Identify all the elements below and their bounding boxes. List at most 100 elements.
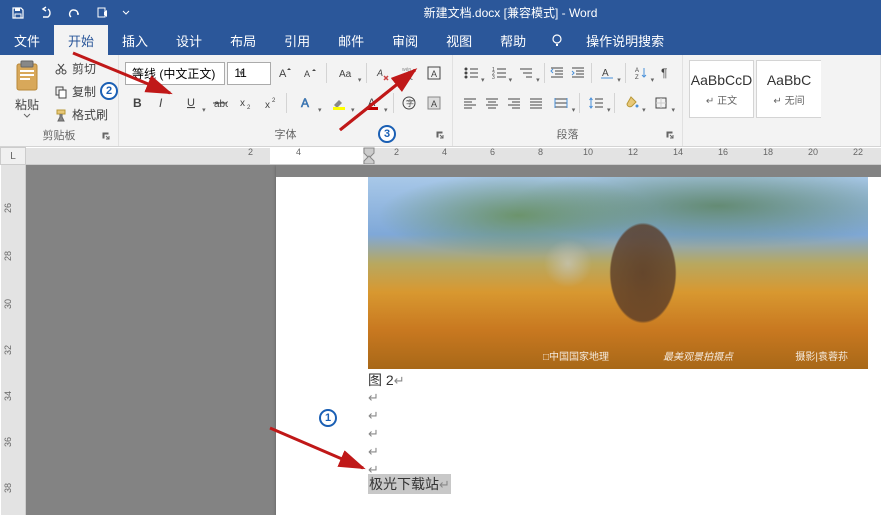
highlight-button[interactable]: ▾ — [324, 91, 355, 115]
svg-text:A: A — [431, 69, 437, 79]
enclose-characters-button[interactable]: A — [423, 91, 446, 115]
show-marks-button[interactable]: ¶ — [656, 61, 676, 85]
redo-button[interactable] — [60, 0, 88, 25]
horizontal-ruler[interactable]: 2 4 2 4 6 8 10 12 14 16 18 20 22 — [26, 147, 881, 165]
selected-text[interactable]: 极光下载站↵ — [368, 474, 451, 494]
superscript-button[interactable]: x2 — [259, 91, 282, 115]
empty-paragraph[interactable]: ↵ — [368, 443, 379, 460]
tab-insert[interactable]: 插入 — [108, 25, 162, 55]
tab-file[interactable]: 文件 — [0, 25, 54, 55]
undo-button[interactable] — [32, 0, 60, 25]
tab-layout[interactable]: 布局 — [216, 25, 270, 55]
svg-text:Aa: Aa — [339, 69, 352, 80]
font-launcher[interactable] — [434, 130, 446, 142]
asian-layout-button[interactable]: A▾ — [595, 61, 622, 85]
paragraph-launcher[interactable] — [664, 130, 676, 142]
indent-hanging-marker[interactable] — [363, 155, 375, 165]
paste-label: 粘贴 — [15, 96, 39, 113]
decrease-indent-button[interactable] — [547, 61, 567, 85]
increase-indent-button[interactable] — [568, 61, 588, 85]
tell-me-icon[interactable] — [540, 25, 570, 55]
svg-text:A: A — [304, 69, 310, 79]
tab-review[interactable]: 审阅 — [378, 25, 432, 55]
borders-button[interactable]: ▾ — [648, 91, 676, 115]
character-border-button[interactable]: A — [422, 61, 446, 85]
align-center-button[interactable] — [481, 91, 502, 115]
character-shading-button[interactable]: 字 — [397, 91, 420, 115]
title-bar: 新建文档.docx [兼容模式] - Word — [0, 0, 881, 25]
image-watermark-center: 最美观景拍摄点 — [663, 348, 733, 363]
group-clipboard: 粘贴 剪切 复制 格式刷 剪贴板 — [0, 55, 119, 146]
paste-button[interactable]: 粘贴 — [6, 58, 48, 125]
tab-view[interactable]: 视图 — [432, 25, 486, 55]
vertical-ruler[interactable]: 26 28 30 32 34 36 38 40 42 — [0, 165, 26, 515]
format-painter-button[interactable]: 格式刷 — [50, 104, 112, 125]
font-size-select[interactable]: 11▾ — [227, 62, 270, 85]
svg-text:abc: abc — [214, 99, 228, 110]
tab-home[interactable]: 开始 — [54, 25, 108, 55]
sort-button[interactable]: AZ▾ — [629, 61, 656, 85]
tell-me-search[interactable]: 操作说明搜索 — [572, 25, 678, 55]
svg-text:A: A — [431, 99, 437, 109]
increase-font-button[interactable]: A — [273, 61, 297, 85]
tab-help[interactable]: 帮助 — [486, 25, 540, 55]
paragraph-group-label: 段落 — [459, 124, 676, 144]
clipboard-group-label: 剪贴板 — [6, 125, 112, 145]
ribbon-tabs: 文件 开始 插入 设计 布局 引用 邮件 审阅 视图 帮助 操作说明搜索 — [0, 25, 881, 55]
tab-mailings[interactable]: 邮件 — [324, 25, 378, 55]
subscript-button[interactable]: x2 — [234, 91, 257, 115]
copy-label: 复制 — [72, 83, 96, 100]
svg-text:x: x — [240, 98, 245, 109]
justify-button[interactable] — [526, 91, 547, 115]
numbering-button[interactable]: 123▾ — [487, 61, 514, 85]
tab-design[interactable]: 设计 — [162, 25, 216, 55]
image-watermark-left: □中国国家地理 — [543, 348, 609, 363]
svg-text:2: 2 — [272, 98, 276, 104]
font-name-select[interactable]: 等线 (中文正文)▾ — [125, 62, 225, 85]
style-normal[interactable]: AaBbCcD ↵ 正文 — [689, 60, 754, 118]
text-effects-button[interactable]: A▾ — [291, 91, 322, 115]
save-button[interactable] — [4, 0, 32, 25]
italic-button[interactable]: I — [150, 91, 173, 115]
document-image[interactable]: □中国国家地理 最美观景拍摄点 摄影|袁蓉荪 — [368, 177, 868, 369]
svg-text:x: x — [265, 100, 270, 111]
svg-text:文: 文 — [404, 70, 413, 81]
align-right-button[interactable] — [503, 91, 524, 115]
svg-text:B: B — [133, 96, 142, 110]
change-case-button[interactable]: Aa▾ — [331, 61, 362, 85]
shading-button[interactable]: ▾ — [618, 91, 646, 115]
annotation-circle-1: 1 — [319, 409, 337, 427]
qat-customize-chevron[interactable] — [116, 0, 136, 25]
svg-text:I: I — [159, 96, 163, 110]
empty-paragraph[interactable]: ↵ — [368, 425, 379, 442]
clipboard-launcher[interactable] — [100, 131, 112, 143]
distributed-button[interactable]: ▾ — [548, 91, 576, 115]
line-spacing-button[interactable]: ▾ — [583, 91, 611, 115]
style-nospacing[interactable]: AaBbC ↵ 无间 — [756, 60, 821, 118]
font-color-button[interactable]: A▾ — [357, 91, 388, 115]
figure-caption[interactable]: 图 2↵ — [368, 370, 405, 390]
format-painter-label: 格式刷 — [72, 106, 108, 123]
phonetic-guide-button[interactable]: wén文 — [397, 61, 421, 85]
bold-button[interactable]: B — [125, 91, 148, 115]
svg-text:2: 2 — [247, 105, 251, 111]
bullets-button[interactable]: ▾ — [459, 61, 486, 85]
strikethrough-button[interactable]: abc — [209, 91, 232, 115]
svg-text:¶: ¶ — [661, 66, 667, 80]
ruler-corner[interactable]: L — [0, 147, 26, 165]
tab-references[interactable]: 引用 — [270, 25, 324, 55]
multilevel-list-button[interactable]: ▾ — [514, 61, 541, 85]
ribbon: 粘贴 剪切 复制 格式刷 剪贴板 等线 (中文正文)▾ 11▾ A A Aa▾ … — [0, 55, 881, 147]
new-doc-button[interactable] — [88, 0, 116, 25]
document-area[interactable]: □中国国家地理 最美观景拍摄点 摄影|袁蓉荪 图 2↵ ↵ ↵ ↵ ↵ ↵ 极光… — [26, 165, 881, 515]
decrease-font-button[interactable]: A — [298, 61, 322, 85]
align-left-button[interactable] — [459, 91, 480, 115]
cut-button[interactable]: 剪切 — [50, 58, 112, 79]
underline-button[interactable]: U▾ — [176, 91, 207, 115]
clear-formatting-button[interactable]: A — [371, 61, 395, 85]
image-watermark-right: 摄影|袁蓉荪 — [795, 348, 848, 363]
empty-paragraph[interactable]: ↵ — [368, 389, 379, 406]
window-title: 新建文档.docx [兼容模式] - Word — [140, 4, 881, 21]
page[interactable]: □中国国家地理 最美观景拍摄点 摄影|袁蓉荪 图 2↵ ↵ ↵ ↵ ↵ ↵ 极光… — [276, 165, 881, 515]
empty-paragraph[interactable]: ↵ — [368, 407, 379, 424]
